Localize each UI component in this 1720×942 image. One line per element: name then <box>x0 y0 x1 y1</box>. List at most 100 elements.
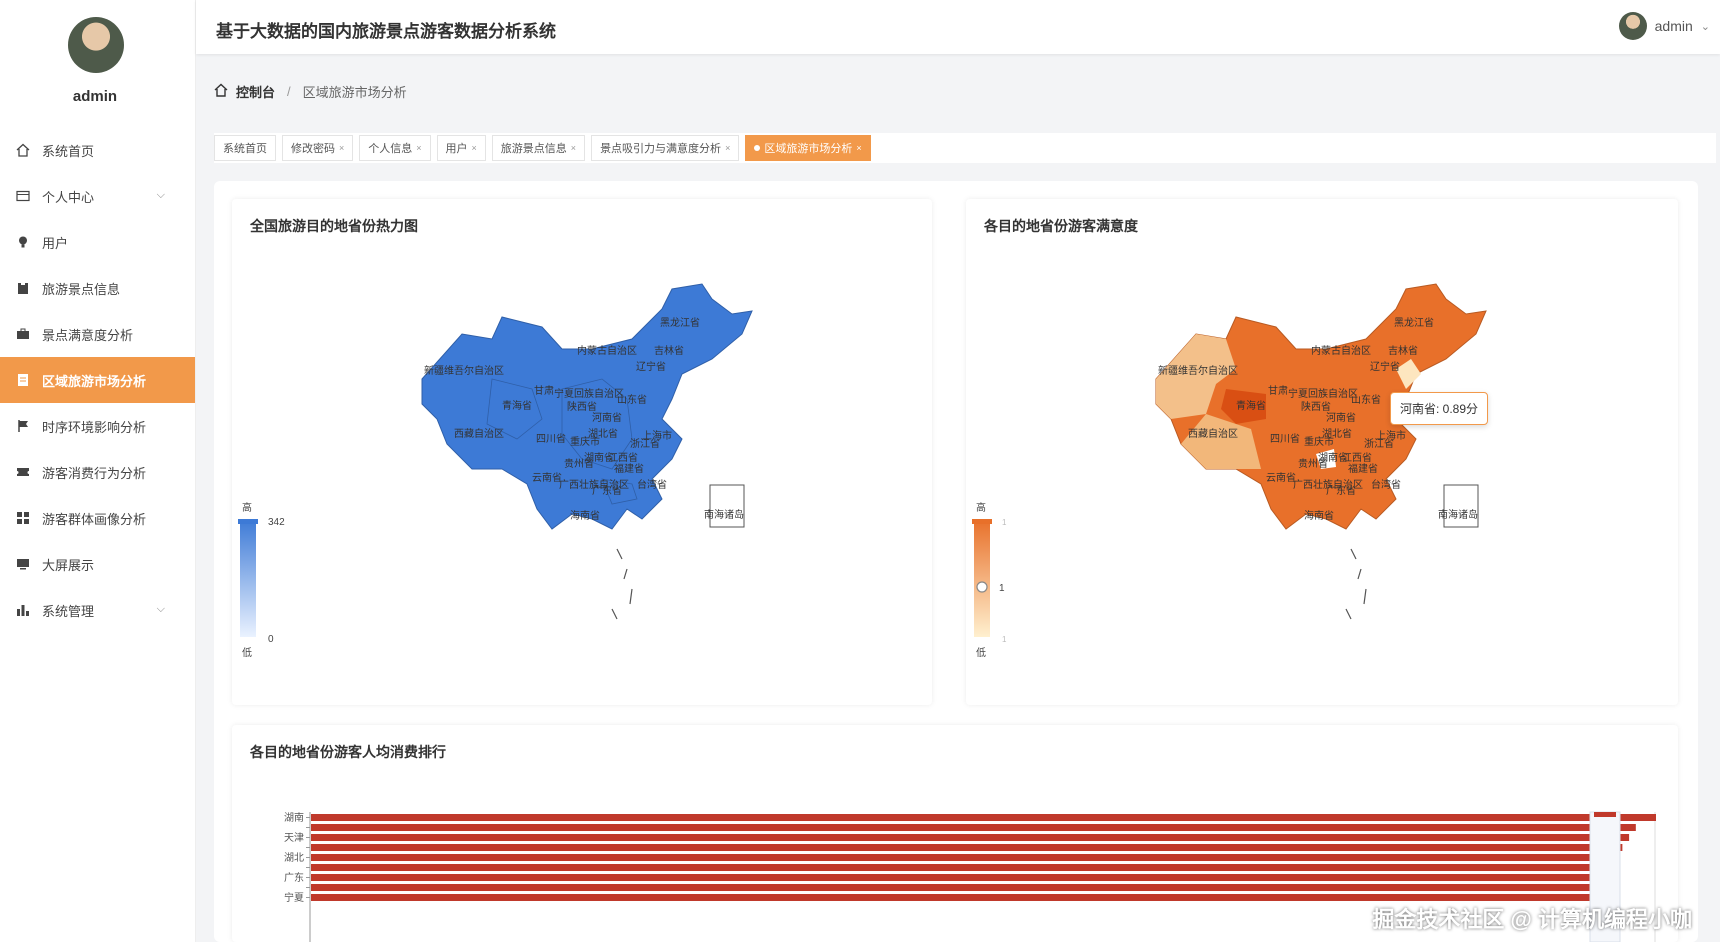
visual-map-bar[interactable] <box>974 519 990 637</box>
legend-low-label: 低 <box>242 646 252 659</box>
breadcrumb-current: 区域旅游市场分析 <box>302 85 407 100</box>
legend-bottom-value: 1 <box>1002 635 1007 644</box>
map-label-qinghai: 青海省 <box>1236 399 1266 412</box>
sidebar-item-label: 用户 <box>42 235 69 251</box>
tab-2[interactable]: 个人信息 × <box>359 135 431 161</box>
clipboard-icon <box>16 281 30 295</box>
main-content: 全国旅游目的地省份热力图 新疆维吾尔自治区 西藏自治区 青海省 内蒙古自治区 黑… <box>214 181 1698 942</box>
tab-label: 景点吸引力与满意度分析 <box>600 143 722 155</box>
map-label-south-sea: 南海诸岛 <box>1438 508 1478 521</box>
visual-map-bar[interactable] <box>240 519 256 637</box>
briefcase-icon <box>16 327 30 341</box>
tab-label: 用户 <box>445 143 468 155</box>
sidebar-item-label: 时序环境影响分析 <box>42 419 147 435</box>
tab-6[interactable]: 区域旅游市场分析 × <box>745 135 871 161</box>
visual-map-indicator[interactable] <box>976 581 988 593</box>
breadcrumb-separator: / <box>287 84 291 99</box>
bar-4[interactable] <box>311 854 1616 861</box>
sidebar-item-7[interactable]: 游客消费行为分析 <box>0 449 195 495</box>
tab-3[interactable]: 用户 × <box>436 135 486 161</box>
sidebar-item-label: 系统首页 <box>42 143 95 159</box>
home-icon[interactable] <box>214 83 228 100</box>
tab-0[interactable]: 系统首页 <box>214 135 276 161</box>
map-label-neimenggu: 内蒙古自治区 <box>577 344 637 357</box>
map-label-gansu: 甘肃 <box>534 384 554 397</box>
bar-1[interactable] <box>311 824 1636 831</box>
map-label-jilin: 吉林省 <box>654 344 684 357</box>
map-label-yunnan: 云南省 <box>532 471 562 484</box>
map-label-jilin: 吉林省 <box>1388 344 1418 357</box>
avatar[interactable] <box>68 17 124 73</box>
sidebar-item-label: 系统管理 <box>42 603 95 619</box>
bar-2[interactable] <box>311 834 1630 841</box>
sidebar-item-5[interactable]: 区域旅游市场分析 <box>0 357 195 403</box>
bar-6[interactable] <box>311 874 1603 881</box>
sidebar-item-2[interactable]: 用户 <box>0 219 195 265</box>
legend-mid-value: 1 <box>999 583 1005 594</box>
sidebar-item-1[interactable]: 个人中心 ⌵ <box>0 173 195 219</box>
sidebar-item-label: 游客群体画像分析 <box>42 511 147 527</box>
map-label-henan: 河南省 <box>1326 411 1356 424</box>
tab-4[interactable]: 旅游景点信息 × <box>491 135 586 161</box>
sidebar-item-9[interactable]: 大屏展示 <box>0 541 195 587</box>
tab-label: 修改密码 <box>291 143 335 155</box>
map-label-shanghai: 上海市 <box>642 429 672 442</box>
bar-7[interactable] <box>311 884 1599 891</box>
visual-map-handle-top[interactable] <box>972 519 992 524</box>
map-label-guangdong: 广东省 <box>592 484 622 497</box>
sidebar-username: admin <box>72 88 118 105</box>
satisfaction-map[interactable]: 新疆维吾尔自治区 西藏自治区 青海省 内蒙古自治区 黑龙江省 吉林省 辽宁省 甘… <box>966 199 1678 705</box>
map-label-heilongjiang: 黑龙江省 <box>1394 316 1434 329</box>
tab-label: 系统首页 <box>223 143 267 155</box>
app-title: 基于大数据的国内旅游景点游客数据分析系统 <box>216 22 556 41</box>
y-tick-label: 宁夏 <box>284 891 304 904</box>
visual-map-handle-top[interactable] <box>238 519 258 524</box>
map-label-chongqing: 重庆市 <box>1304 435 1334 448</box>
tab-label: 个人信息 <box>368 143 413 155</box>
legend-low-label: 低 <box>976 646 986 659</box>
sidebar-item-6[interactable]: 时序环境影响分析 <box>0 403 195 449</box>
sidebar-item-4[interactable]: 景点满意度分析 <box>0 311 195 357</box>
close-icon[interactable]: × <box>856 143 861 153</box>
bar-8[interactable] <box>311 894 1596 901</box>
breadcrumb-home[interactable]: 控制台 <box>236 82 275 101</box>
close-icon[interactable]: × <box>725 143 730 153</box>
active-dot-icon <box>754 145 761 151</box>
monitor-icon <box>16 557 30 571</box>
map-label-xizang: 西藏自治区 <box>454 427 504 440</box>
tab-1[interactable]: 修改密码 × <box>282 135 354 161</box>
map-tooltip: 河南省: 0.89分 <box>1390 392 1489 425</box>
map-label-yunnan: 云南省 <box>1266 471 1296 484</box>
user-menu[interactable]: admin ⌄ <box>1618 12 1710 40</box>
sidebar-item-8[interactable]: 游客群体画像分析 <box>0 495 195 541</box>
bar-3[interactable] <box>311 844 1623 851</box>
sidebar-item-3[interactable]: 旅游景点信息 <box>0 265 195 311</box>
tab-label: 旅游景点信息 <box>500 143 567 155</box>
map-label-xinjiang: 新疆维吾尔自治区 <box>424 364 504 377</box>
watermark-text: 掘金技术社区 @ 计算机编程小咖 <box>1372 907 1692 932</box>
close-icon[interactable]: × <box>416 143 421 153</box>
chevron-down-icon: ⌵ <box>156 603 165 615</box>
username-label: admin <box>1654 18 1693 34</box>
map-label-henan: 河南省 <box>592 411 622 424</box>
close-icon[interactable]: × <box>472 143 477 153</box>
sidebar-item-label: 个人中心 <box>42 189 95 205</box>
bar-0[interactable] <box>311 814 1656 821</box>
close-icon[interactable]: × <box>571 143 576 153</box>
bar-chart-icon <box>16 603 30 617</box>
sidebar-item-label: 大屏展示 <box>42 557 95 573</box>
map-label-taiwan: 台湾省 <box>1371 478 1401 491</box>
breadcrumb: 控制台 / 区域旅游市场分析 <box>214 82 407 101</box>
map-label-shanxi: 陕西省 <box>1301 400 1331 413</box>
data-zoom-handle[interactable] <box>1594 812 1616 817</box>
map-label-hainan: 海南省 <box>570 509 600 522</box>
sidebar-item-label: 区域旅游市场分析 <box>42 373 147 389</box>
tab-5[interactable]: 景点吸引力与满意度分析 × <box>591 135 740 161</box>
map-label-xizang: 西藏自治区 <box>1188 427 1238 440</box>
sidebar-item-10[interactable]: 系统管理 ⌵ <box>0 587 195 633</box>
bar-5[interactable] <box>311 864 1609 871</box>
close-icon[interactable]: × <box>339 143 344 153</box>
map-label-chongqing: 重庆市 <box>570 435 600 448</box>
sidebar-item-0[interactable]: 系统首页 <box>0 127 195 173</box>
heatmap-map[interactable]: 新疆维吾尔自治区 西藏自治区 青海省 内蒙古自治区 黑龙江省 吉林省 辽宁省 甘… <box>232 199 932 705</box>
